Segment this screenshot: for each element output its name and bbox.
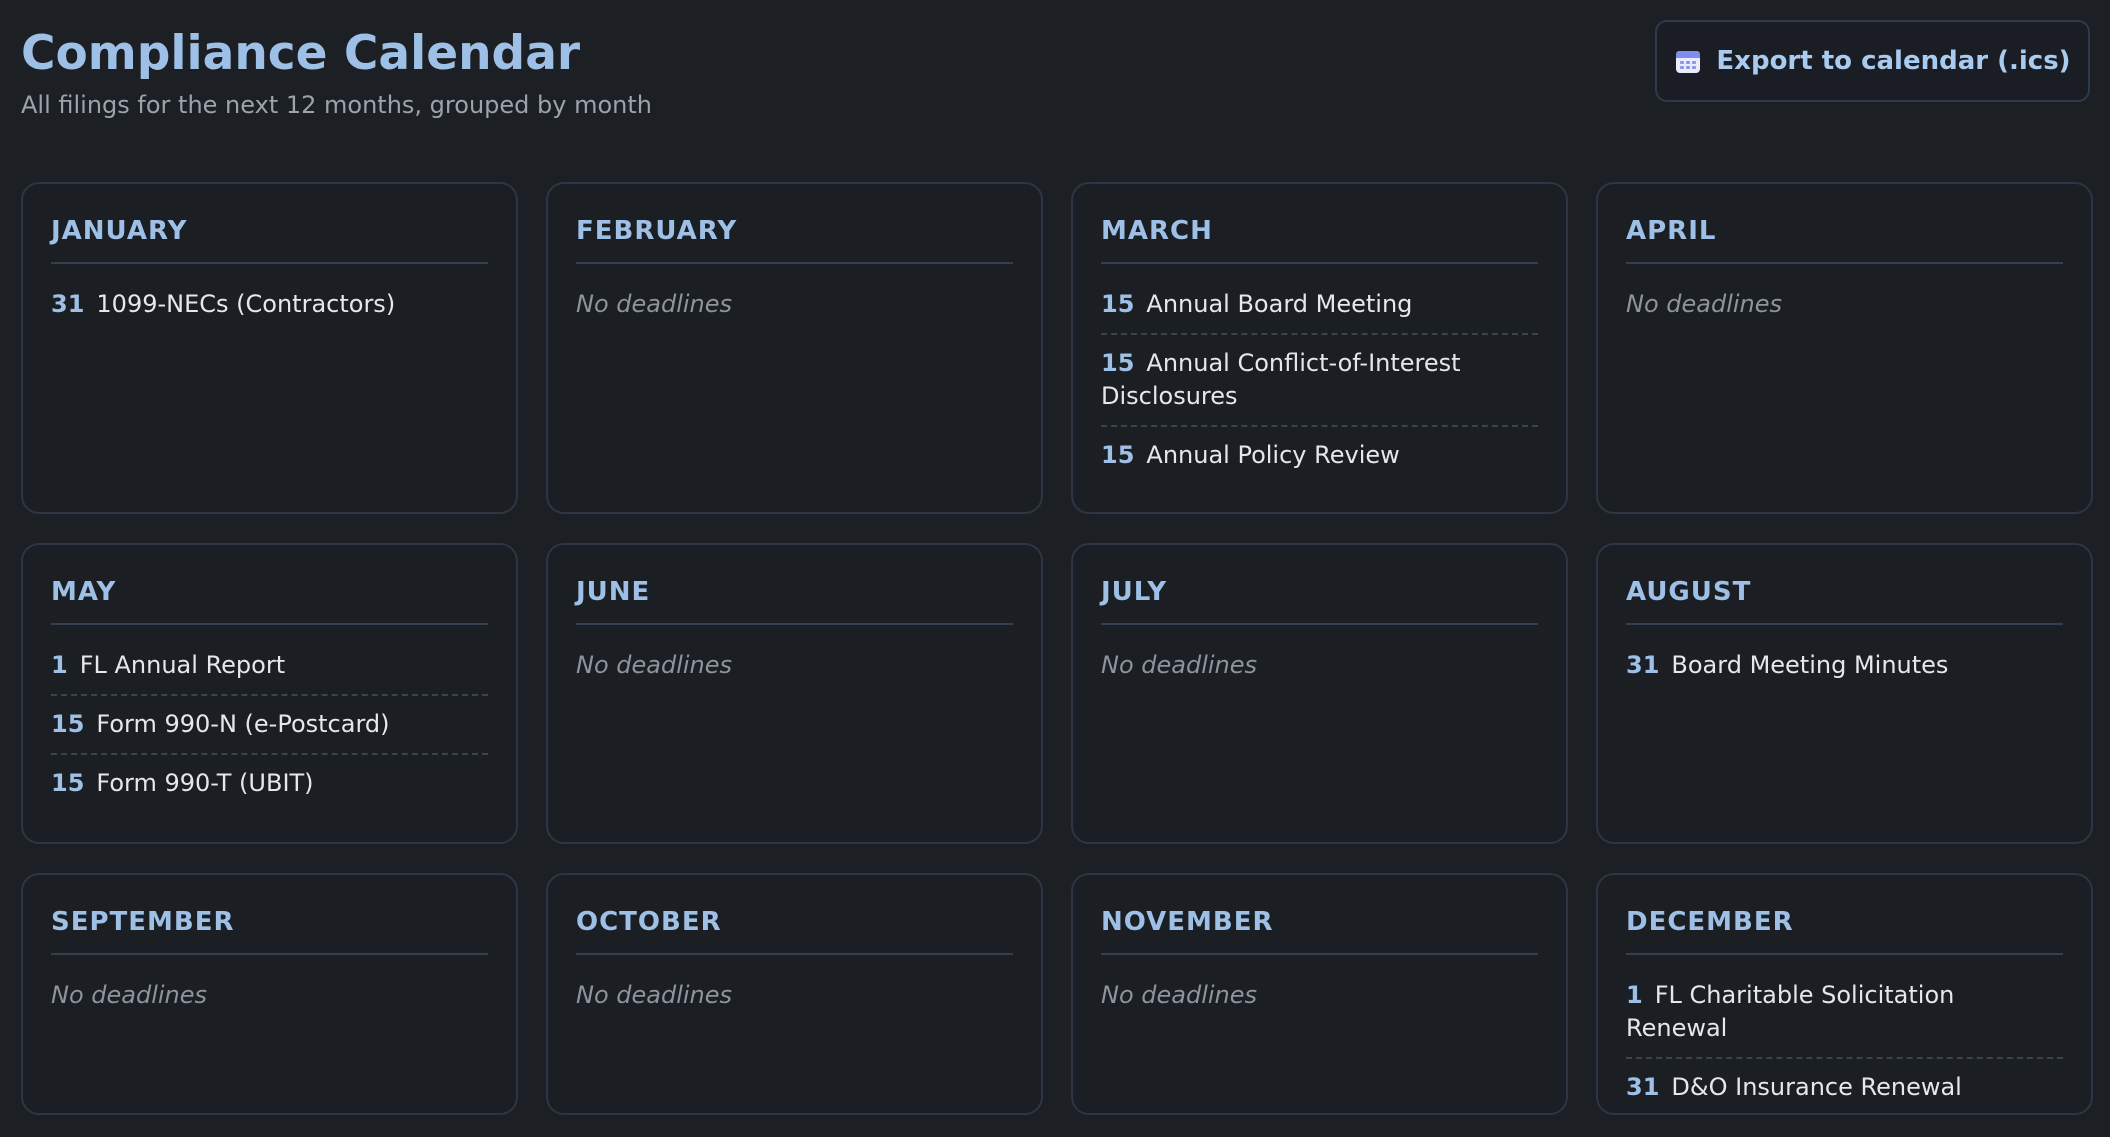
page-title: Compliance Calendar — [21, 26, 581, 81]
deadline-item: 15 Annual Policy Review — [1101, 427, 1538, 484]
deadline-list: 1 FL Annual Report 15 Form 990-N (e-Postcar… — [51, 643, 488, 812]
month-card-april: APRIL No deadlines — [1596, 182, 2093, 514]
deadline-day: 31 — [51, 290, 85, 318]
month-name: DECEMBER — [1626, 907, 2063, 955]
month-card-december: DECEMBER 1 FL Charitable Solicitation Rene… — [1596, 873, 2093, 1115]
month-card-november: NOVEMBER No deadlines — [1071, 873, 1568, 1115]
deadline-item: 15 Form 990-N (e-Postcard) — [51, 696, 488, 755]
month-card-october: OCTOBER No deadlines — [546, 873, 1043, 1115]
deadline-label: D&O Insurance Renewal — [1671, 1073, 1962, 1101]
deadline-label: Form 990-N (e-Postcard) — [96, 710, 390, 738]
month-name: SEPTEMBER — [51, 907, 488, 955]
month-name: MARCH — [1101, 216, 1538, 264]
deadline-label: Annual Policy Review — [1146, 441, 1400, 469]
month-name: JUNE — [576, 577, 1013, 625]
deadline-label: Board Meeting Minutes — [1671, 651, 1949, 679]
export-calendar-button[interactable]: Export to calendar (.ics) — [1655, 20, 2090, 102]
month-card-june: JUNE No deadlines — [546, 543, 1043, 844]
export-calendar-label: Export to calendar (.ics) — [1716, 46, 2071, 76]
no-deadlines-text: No deadlines — [576, 981, 733, 1009]
deadline-list: 15 Annual Board Meeting 15 Annual Conflict-… — [1101, 282, 1538, 484]
month-name: OCTOBER — [576, 907, 1013, 955]
month-name: NOVEMBER — [1101, 907, 1538, 955]
month-card-may: MAY 1 FL Annual Report 15 Form 990-N (e-Post… — [21, 543, 518, 844]
deadline-item: 15 Annual Board Meeting — [1101, 282, 1538, 335]
deadline-label: Form 990-T (UBIT) — [96, 769, 314, 797]
deadline-day: 31 — [1626, 651, 1660, 679]
deadline-item: 31 1099-NECs (Contractors) — [51, 282, 488, 333]
deadline-item: 15 Annual Conflict-of-Interest Disclosure… — [1101, 335, 1538, 427]
deadline-label: 1099-NECs (Contractors) — [96, 290, 396, 318]
month-name: JANUARY — [51, 216, 488, 264]
deadline-day: 15 — [51, 710, 85, 738]
deadline-list: 31 1099-NECs (Contractors) — [51, 282, 488, 333]
month-name: AUGUST — [1626, 577, 2063, 625]
month-name: FEBRUARY — [576, 216, 1013, 264]
deadline-day: 31 — [1626, 1073, 1660, 1101]
month-name: JULY — [1101, 577, 1538, 625]
deadline-item: 1 FL Charitable Solicitation Renewal — [1626, 973, 2063, 1059]
deadline-item: 1 FL Annual Report — [51, 643, 488, 696]
month-card-july: JULY No deadlines — [1071, 543, 1568, 844]
no-deadlines-text: No deadlines — [1101, 981, 1258, 1009]
page-subtitle: All filings for the next 12 months, grou… — [21, 91, 652, 119]
no-deadlines-text: No deadlines — [51, 981, 208, 1009]
month-name: APRIL — [1626, 216, 2063, 264]
page-header: Compliance Calendar All filings for the … — [21, 24, 652, 122]
month-name: MAY — [51, 577, 488, 625]
no-deadlines-text: No deadlines — [576, 290, 733, 318]
deadline-day: 1 — [51, 651, 68, 679]
deadline-label: Annual Conflict-of-Interest Disclosures — [1101, 349, 1461, 410]
deadline-label: FL Charitable Solicitation Renewal — [1626, 981, 1955, 1042]
month-grid: JANUARY 31 1099-NECs (Contractors) FEBRUARY… — [21, 182, 2093, 1115]
deadline-day: 1 — [1626, 981, 1643, 1009]
deadline-item: 15 Form 990-T (UBIT) — [51, 755, 488, 812]
deadline-item: 31 D&O Insurance Renewal — [1626, 1059, 2063, 1116]
deadline-label: FL Annual Report — [79, 651, 286, 679]
month-card-february: FEBRUARY No deadlines — [546, 182, 1043, 514]
deadline-day: 15 — [1101, 441, 1135, 469]
month-card-march: MARCH 15 Annual Board Meeting 15 Annual Conf… — [1071, 182, 1568, 514]
month-card-january: JANUARY 31 1099-NECs (Contractors) — [21, 182, 518, 514]
deadline-list: 31 Board Meeting Minutes — [1626, 643, 2063, 694]
no-deadlines-text: No deadlines — [1101, 651, 1258, 679]
deadline-day: 15 — [1101, 349, 1135, 377]
deadline-item: 31 Board Meeting Minutes — [1626, 643, 2063, 694]
deadline-day: 15 — [1101, 290, 1135, 318]
calendar-icon — [1674, 47, 1702, 75]
deadline-label: Annual Board Meeting — [1146, 290, 1413, 318]
deadline-day: 15 — [51, 769, 85, 797]
month-card-september: SEPTEMBER No deadlines — [21, 873, 518, 1115]
no-deadlines-text: No deadlines — [1626, 290, 1783, 318]
month-card-august: AUGUST 31 Board Meeting Minutes — [1596, 543, 2093, 844]
deadline-list: 1 FL Charitable Solicitation Renewal 31 D&O… — [1626, 973, 2063, 1116]
no-deadlines-text: No deadlines — [576, 651, 733, 679]
